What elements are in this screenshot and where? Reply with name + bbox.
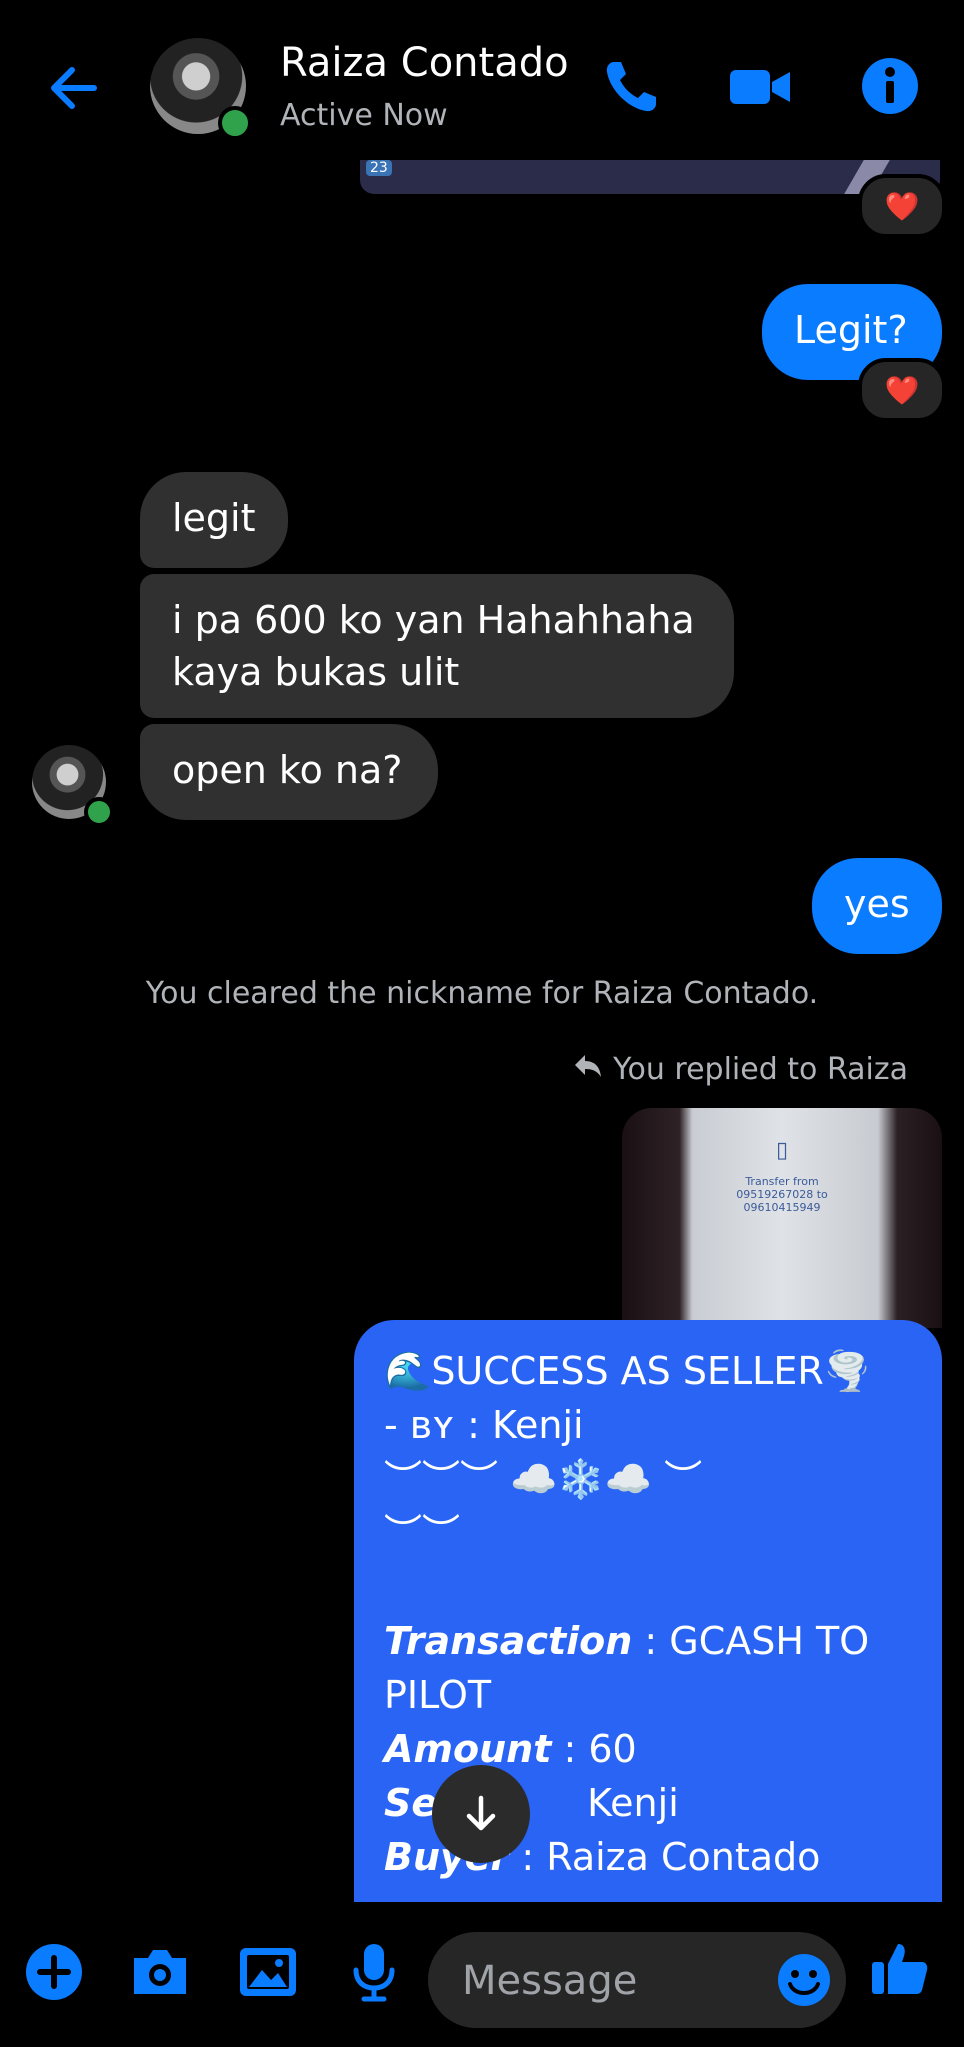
amount-value: : 60	[551, 1727, 637, 1771]
emoji-icon[interactable]	[776, 1952, 832, 2008]
transaction-label: Transaction	[384, 1619, 633, 1663]
previous-image-message[interactable]: 23	[360, 160, 940, 194]
plus-icon[interactable]	[22, 1940, 86, 2004]
transaction-row: Transaction : GCASH TO	[384, 1614, 912, 1668]
message-input-container[interactable]	[428, 1932, 846, 2030]
transaction-value-cont: PILOT	[384, 1673, 492, 1717]
document-icon: ▯	[775, 1138, 789, 1163]
gallery-icon[interactable]	[236, 1940, 300, 2004]
message-text: yes	[844, 882, 910, 926]
decoration-line: ︶︶︶ ☁️❄️☁️ ︶	[384, 1457, 703, 1501]
online-status-dot	[218, 106, 252, 140]
heart-reaction-icon[interactable]: ❤️	[858, 358, 946, 422]
message-input[interactable]	[460, 1932, 764, 2030]
contact-active-status: Active Now	[280, 98, 448, 133]
message-composer	[0, 1902, 964, 2047]
message-text: Legit?	[794, 308, 908, 352]
message-text: legit	[172, 496, 256, 540]
back-arrow-icon[interactable]	[42, 56, 106, 120]
outgoing-message[interactable]: yes	[812, 858, 942, 954]
info-icon[interactable]	[858, 54, 922, 118]
message-list[interactable]: 23 ❤️ Legit? ❤️ legit i pa 600 ko yan Ha…	[0, 160, 964, 1902]
messenger-chat-screen: Raiza Contado Active Now 23 ❤️ Legit? ❤️…	[0, 0, 964, 2047]
transaction-value: : GCASH TO	[632, 1619, 870, 1663]
system-notice: You cleared the nickname for Raiza Conta…	[145, 976, 819, 1011]
heart-reaction-icon[interactable]: ❤️	[858, 174, 946, 238]
seller-by: - ʙʏ : Kenji	[384, 1403, 584, 1447]
amount-label: Amount	[384, 1727, 552, 1771]
receipt-line: 09610415949	[743, 1201, 821, 1214]
contact-name[interactable]: Raiza Contado	[280, 40, 569, 86]
seller-value: Kenji	[587, 1781, 679, 1825]
incoming-message[interactable]: legit	[140, 472, 288, 568]
receipt-line: 09519267028 to	[736, 1188, 828, 1201]
video-call-icon[interactable]	[728, 54, 792, 118]
incoming-message[interactable]: open ko na?	[140, 724, 438, 820]
decoration-line: ︶︶	[384, 1511, 461, 1555]
microphone-icon[interactable]	[342, 1940, 406, 2004]
seller-label: Se	[384, 1781, 438, 1825]
message-text: open ko na?	[172, 748, 403, 792]
phone-call-icon[interactable]	[600, 54, 664, 118]
seller-title: 🌊SUCCESS AS SELLER🌪️	[384, 1349, 872, 1393]
buyer-value: : Raiza Contado	[509, 1835, 821, 1879]
incoming-message[interactable]: i pa 600 ko yan Hahahhaha kaya bukas uli…	[140, 574, 734, 718]
image-badge: 23	[366, 160, 392, 176]
receipt-text: ▯ Transfer from 09519267028 to 096104159…	[702, 1138, 862, 1215]
reply-indicator: You replied to Raiza	[573, 1052, 908, 1087]
message-text-line: i pa 600 ko yan Hahahhaha	[172, 598, 695, 642]
reply-note-text: You replied to Raiza	[613, 1052, 908, 1087]
message-text-line: kaya bukas ulit	[172, 650, 460, 694]
thumbs-up-icon[interactable]	[868, 1936, 932, 2000]
scroll-to-bottom-button[interactable]	[432, 1765, 530, 1863]
arrow-down-icon	[466, 1795, 496, 1831]
replied-image[interactable]: ▯ Transfer from 09519267028 to 096104159…	[622, 1108, 942, 1328]
online-status-dot	[84, 797, 114, 827]
chat-header: Raiza Contado Active Now	[0, 0, 964, 160]
reply-arrow-icon	[573, 1052, 603, 1087]
receipt-line: Transfer from	[745, 1175, 819, 1188]
camera-icon[interactable]	[128, 1940, 192, 2004]
